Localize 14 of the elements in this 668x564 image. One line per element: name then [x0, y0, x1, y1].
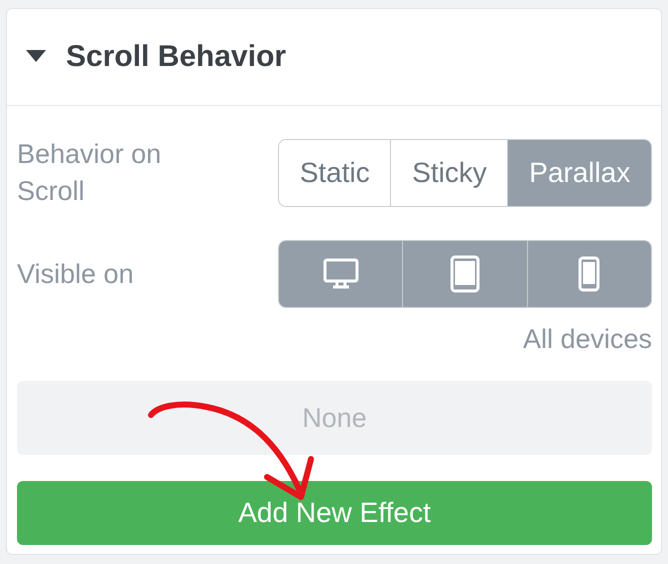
- phone-icon: [578, 256, 600, 292]
- device-toggle[interactable]: [526, 241, 651, 307]
- tablet-icon: [450, 255, 480, 293]
- field-label: Visible on: [17, 258, 135, 290]
- effects-empty-state: None: [17, 381, 652, 455]
- caret-icon[interactable]: [26, 50, 46, 64]
- add-effect-button[interactable]: Add New Effect: [17, 481, 652, 545]
- device-toggle[interactable]: [279, 241, 402, 307]
- devices-summary: All devices: [522, 324, 652, 355]
- device-toggle[interactable]: [402, 241, 527, 307]
- section-title: Scroll Behavior: [66, 40, 286, 74]
- segment-option[interactable]: Parallax: [507, 140, 651, 206]
- field-label: Behavior on Scroll: [17, 138, 162, 208]
- desktop-icon: [322, 258, 359, 290]
